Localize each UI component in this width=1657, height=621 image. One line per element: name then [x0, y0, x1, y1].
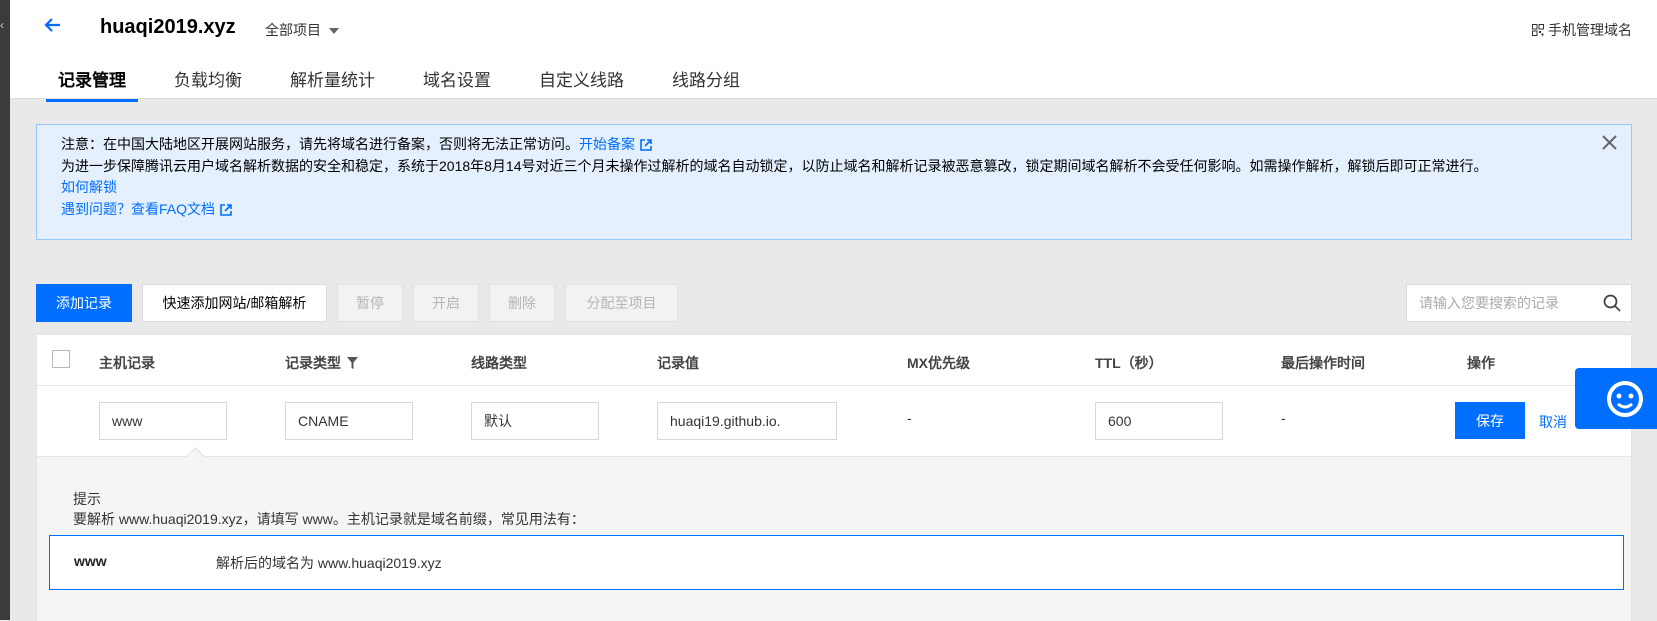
external-link-icon[interactable] — [220, 203, 232, 216]
header: huaqi2019.xyz 全部项目 手机管理域名 记录管理 负载均衡 解析量统… — [10, 0, 1657, 102]
value-input[interactable]: huaqi19.github.io. — [657, 402, 837, 440]
save-button[interactable]: 保存 — [1455, 402, 1525, 439]
notice-line2: 为进一步保障腾讯云用户域名解析数据的安全和稳定，系统于2018年8月14号对近三… — [61, 157, 1488, 174]
col-actions: 操作 — [1467, 355, 1495, 371]
tab-statistics[interactable]: 解析量统计 — [278, 62, 387, 102]
caret-down-icon — [329, 28, 339, 34]
col-host: 主机记录 — [99, 355, 155, 371]
host-input[interactable]: www — [99, 402, 227, 440]
start-filing-link[interactable]: 开始备案 — [579, 136, 635, 152]
col-line: 线路类型 — [471, 355, 527, 371]
add-record-button[interactable]: 添加记录 — [36, 284, 132, 322]
faq-link[interactable]: 查看FAQ文档 — [131, 201, 215, 217]
last-modified-value: - — [1281, 410, 1286, 426]
delete-button[interactable]: 删除 — [489, 284, 555, 322]
customer-service-button[interactable] — [1575, 368, 1657, 429]
mx-value: - — [907, 410, 912, 426]
chevron-left-icon[interactable]: ‹ — [0, 18, 4, 32]
project-selector[interactable]: 全部项目 — [265, 20, 339, 40]
search-icon[interactable] — [1603, 294, 1621, 312]
tab-load-balance[interactable]: 负载均衡 — [162, 62, 254, 102]
notice-line1: 注意：在中国大陆地区开展网站服务，请先将域名进行备案，否则将无法正常访问。 — [61, 136, 579, 152]
mobile-manage-link[interactable]: 手机管理域名 — [1532, 20, 1632, 40]
mobile-manage-label: 手机管理域名 — [1548, 22, 1632, 38]
tab-domain-settings[interactable]: 域名设置 — [411, 62, 503, 102]
filter-icon[interactable] — [347, 357, 358, 369]
tab-line-groups[interactable]: 线路分组 — [660, 62, 752, 102]
hint-example-value: 解析后的域名为 www.huaqi2019.xyz — [216, 555, 442, 571]
hint-title: 提示 — [73, 491, 101, 507]
tab-records[interactable]: 记录管理 — [46, 62, 138, 102]
col-mx: MX优先级 — [907, 355, 970, 371]
ttl-input[interactable]: 600 — [1095, 402, 1223, 440]
arrow-left-icon[interactable] — [44, 16, 62, 39]
assign-project-button[interactable]: 分配至项目 — [565, 284, 678, 322]
select-all-checkbox[interactable] — [52, 350, 70, 368]
close-icon[interactable] — [1602, 135, 1617, 157]
quick-add-button[interactable]: 快速添加网站/邮箱解析 — [142, 284, 327, 322]
notice-banner: 注意：在中国大陆地区开展网站服务，请先将域名进行备案，否则将无法正常访问。开始备… — [36, 124, 1632, 240]
left-collapse-strip[interactable]: ‹ — [0, 0, 10, 620]
how-to-unlock-link[interactable]: 如何解锁 — [61, 179, 117, 195]
tab-bar: 记录管理 负载均衡 解析量统计 域名设置 自定义线路 线路分组 — [46, 62, 776, 102]
external-link-icon[interactable] — [640, 139, 652, 151]
col-ttl: TTL（秒） — [1095, 355, 1163, 371]
pause-button[interactable]: 暂停 — [337, 284, 403, 322]
record-search[interactable]: 请输入您要搜索的记录 — [1406, 284, 1632, 322]
project-selector-label: 全部项目 — [265, 22, 321, 38]
col-value: 记录值 — [657, 355, 699, 371]
chat-bot-icon — [1607, 381, 1643, 417]
faq-prefix: 遇到问题？ — [61, 200, 131, 217]
domain-title: huaqi2019.xyz — [100, 16, 236, 38]
tab-custom-lines[interactable]: 自定义线路 — [527, 62, 636, 102]
hint-example-key: www — [74, 553, 107, 569]
hint-description: 要解析 www.huaqi2019.xyz，请填写 www。主机记录就是域名前缀… — [73, 511, 585, 527]
type-select[interactable]: CNAME — [285, 402, 413, 440]
col-last-modified: 最后操作时间 — [1281, 355, 1365, 371]
cancel-link[interactable]: 取消 — [1539, 412, 1567, 432]
records-table: 主机记录 记录类型 线路类型 记录值 MX优先级 TTL（秒） 最后操作时间 操… — [36, 334, 1632, 621]
col-type: 记录类型 — [285, 353, 358, 373]
search-input[interactable]: 请输入您要搜索的记录 — [1419, 293, 1603, 313]
line-select[interactable]: 默认 — [471, 402, 599, 440]
table-row: www CNAME 默认 huaqi19.github.io. - 600 - … — [37, 386, 1631, 457]
enable-button[interactable]: 开启 — [413, 284, 479, 322]
hint-example: www 解析后的域名为 www.huaqi2019.xyz — [49, 535, 1624, 590]
qrcode-icon — [1532, 24, 1544, 36]
